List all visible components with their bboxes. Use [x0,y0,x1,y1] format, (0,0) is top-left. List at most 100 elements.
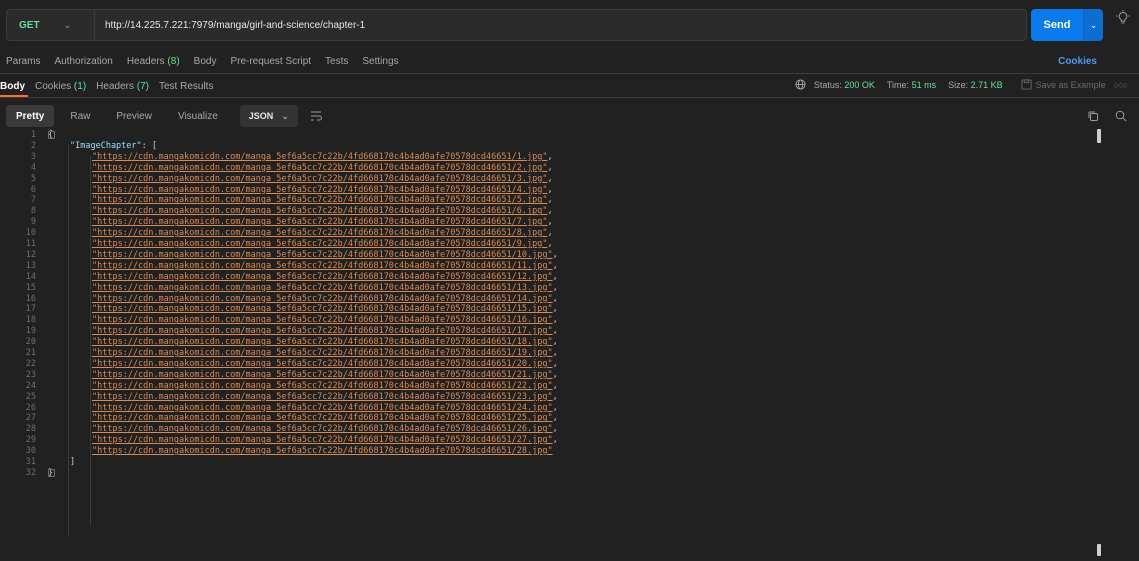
json-string[interactable]: "https://cdn.mangakomicdn.com/manga_5ef6… [92,337,553,347]
json-string[interactable]: "https://cdn.mangakomicdn.com/manga_5ef6… [92,359,553,369]
tab-authorization[interactable]: Authorization [54,56,112,67]
code-text: "https://cdn.mangakomicdn.com/manga_5ef6… [36,239,553,250]
tab-headers[interactable]: Headers (8) [127,56,180,67]
save-as-example-button[interactable]: Save as Example [1036,80,1106,90]
tab-response-headers-count: (7) [136,80,149,92]
globe-icon[interactable] [795,79,806,90]
tab-body[interactable]: Body [194,56,217,67]
status-value[interactable]: 200 OK [844,80,875,90]
line-number: 4 [30,162,36,173]
json-punctuation: , [552,249,558,260]
json-string[interactable]: "https://cdn.mangakomicdn.com/manga_5ef6… [92,403,553,413]
code-line: 22 "https://cdn.mangakomicdn.com/manga_5e… [0,359,558,370]
format-select[interactable]: JSON ⌄ [239,105,298,127]
json-punctuation: , [552,271,558,282]
json-string[interactable]: "https://cdn.mangakomicdn.com/manga_5ef6… [92,283,553,293]
view-raw[interactable]: Raw [60,105,100,127]
view-pretty[interactable]: Pretty [6,105,55,127]
json-punctuation: , [552,391,558,402]
json-string[interactable]: "https://cdn.mangakomicdn.com/manga_5ef6… [92,304,553,314]
code-text: "https://cdn.mangakomicdn.com/manga_5ef6… [36,217,553,228]
json-string[interactable]: "https://cdn.mangakomicdn.com/manga_5ef6… [92,435,553,445]
code-text: "https://cdn.mangakomicdn.com/manga_5ef6… [36,413,558,424]
json-string[interactable]: "https://cdn.mangakomicdn.com/manga_5ef6… [92,185,547,195]
chevron-down-icon: ⌄ [63,19,72,30]
line-number: 3 [30,151,36,162]
tab-response-headers[interactable]: Headers (7) [96,81,149,92]
tab-settings[interactable]: Settings [362,56,398,67]
scrollbar-thumb-bottom[interactable] [1097,544,1101,556]
json-punctuation: , [552,304,558,315]
wrap-lines-icon[interactable] [308,108,324,124]
size-value[interactable]: 2.71 KB [971,80,1003,90]
scrollbar-thumb-top[interactable] [1097,129,1101,143]
json-string[interactable]: "https://cdn.mangakomicdn.com/manga_5ef6… [92,326,553,336]
json-punctuation: , [552,326,558,337]
json-string[interactable]: "https://cdn.mangakomicdn.com/manga_5ef6… [92,381,553,391]
json-string[interactable]: "https://cdn.mangakomicdn.com/manga_5ef6… [92,272,553,282]
format-value: JSON [248,111,274,121]
code-text: ] [36,457,75,468]
request-bar: GET ⌄ http://14.225.7.221:7979/manga/gir… [6,8,1103,43]
lightbulb-icon[interactable] [1115,10,1131,26]
json-string[interactable]: "https://cdn.mangakomicdn.com/manga_5ef6… [92,424,553,434]
send-button[interactable]: Send [1031,9,1083,41]
json-string[interactable]: "https://cdn.mangakomicdn.com/manga_5ef6… [92,315,553,325]
code-line: 5 "https://cdn.mangakomicdn.com/manga_5ef… [0,174,553,185]
view-preview[interactable]: Preview [106,105,162,127]
response-body-editor[interactable]: 1{2 "ImageChapter": [3 "https://cdn.mangak… [0,128,1110,558]
send-options-chevron-icon[interactable]: ⌄ [1083,9,1103,41]
tab-pre-request-script[interactable]: Pre-request Script [230,56,311,67]
code-text: "https://cdn.mangakomicdn.com/manga_5ef6… [36,381,558,392]
search-icon[interactable] [1115,110,1127,122]
url-input[interactable]: http://14.225.7.221:7979/manga/girl-and-… [95,20,365,31]
json-string[interactable]: "https://cdn.mangakomicdn.com/manga_5ef6… [92,152,547,162]
code-text: "https://cdn.mangakomicdn.com/manga_5ef6… [36,435,558,446]
json-string[interactable]: "https://cdn.mangakomicdn.com/manga_5ef6… [92,206,547,216]
cookies-link[interactable]: Cookies [1058,56,1097,67]
fold-toggle-icon[interactable] [48,131,55,139]
tab-test-results[interactable]: Test Results [159,81,213,92]
url-field-group: GET ⌄ http://14.225.7.221:7979/manga/gir… [6,9,1027,41]
copy-icon[interactable] [1087,110,1099,122]
code-line: 32} [0,468,53,479]
fold-toggle-icon[interactable] [48,468,55,477]
method-label: GET [19,19,40,31]
json-string[interactable]: "https://cdn.mangakomicdn.com/manga_5ef6… [92,217,547,227]
json-string[interactable]: "https://cdn.mangakomicdn.com/manga_5ef6… [92,370,553,380]
json-string[interactable]: "https://cdn.mangakomicdn.com/manga_5ef6… [92,228,547,238]
tab-response-body[interactable]: Body [0,81,25,92]
json-key: "ImageChapter" [70,140,142,151]
line-number: 26 [25,402,36,413]
response-status: Status: 200 OK Time: 51 ms Size: 2.71 KB… [795,79,1128,90]
code-line: 31] [0,457,75,468]
tab-headers-label: Headers [126,55,165,67]
json-string[interactable]: "https://cdn.mangakomicdn.com/manga_5ef6… [92,195,547,205]
json-string[interactable]: "https://cdn.mangakomicdn.com/manga_5ef6… [92,250,553,260]
json-string[interactable]: "https://cdn.mangakomicdn.com/manga_5ef6… [92,446,553,456]
view-visualize[interactable]: Visualize [168,105,228,127]
more-options-icon[interactable]: ○○○ [1114,80,1128,90]
tab-response-cookies[interactable]: Cookies (1) [35,81,86,92]
code-line: 24 "https://cdn.mangakomicdn.com/manga_5e… [0,381,558,392]
method-select[interactable]: GET ⌄ [7,10,95,40]
code-line: 23 "https://cdn.mangakomicdn.com/manga_5e… [0,370,558,381]
json-string[interactable]: "https://cdn.mangakomicdn.com/manga_5ef6… [92,294,553,304]
code-line: 26 "https://cdn.mangakomicdn.com/manga_5e… [0,403,558,414]
code-line: 9 "https://cdn.mangakomicdn.com/manga_5ef… [0,217,553,228]
json-string[interactable]: "https://cdn.mangakomicdn.com/manga_5ef6… [92,261,553,271]
json-punctuation: , [547,195,553,206]
time-value[interactable]: 51 ms [912,80,937,90]
json-punctuation: , [547,239,553,249]
tab-params[interactable]: Params [6,56,40,67]
json-string[interactable]: "https://cdn.mangakomicdn.com/manga_5ef6… [92,239,547,249]
json-string[interactable]: "https://cdn.mangakomicdn.com/manga_5ef6… [92,174,547,184]
tab-tests[interactable]: Tests [325,56,348,67]
json-string[interactable]: "https://cdn.mangakomicdn.com/manga_5ef6… [92,413,553,423]
json-string[interactable]: "https://cdn.mangakomicdn.com/manga_5ef6… [92,163,547,173]
code-line: 11 "https://cdn.mangakomicdn.com/manga_5e… [0,239,553,250]
json-string[interactable]: "https://cdn.mangakomicdn.com/manga_5ef6… [92,392,553,402]
json-string[interactable]: "https://cdn.mangakomicdn.com/manga_5ef6… [92,348,553,358]
json-punctuation: , [547,228,553,239]
line-number: 29 [25,435,36,446]
